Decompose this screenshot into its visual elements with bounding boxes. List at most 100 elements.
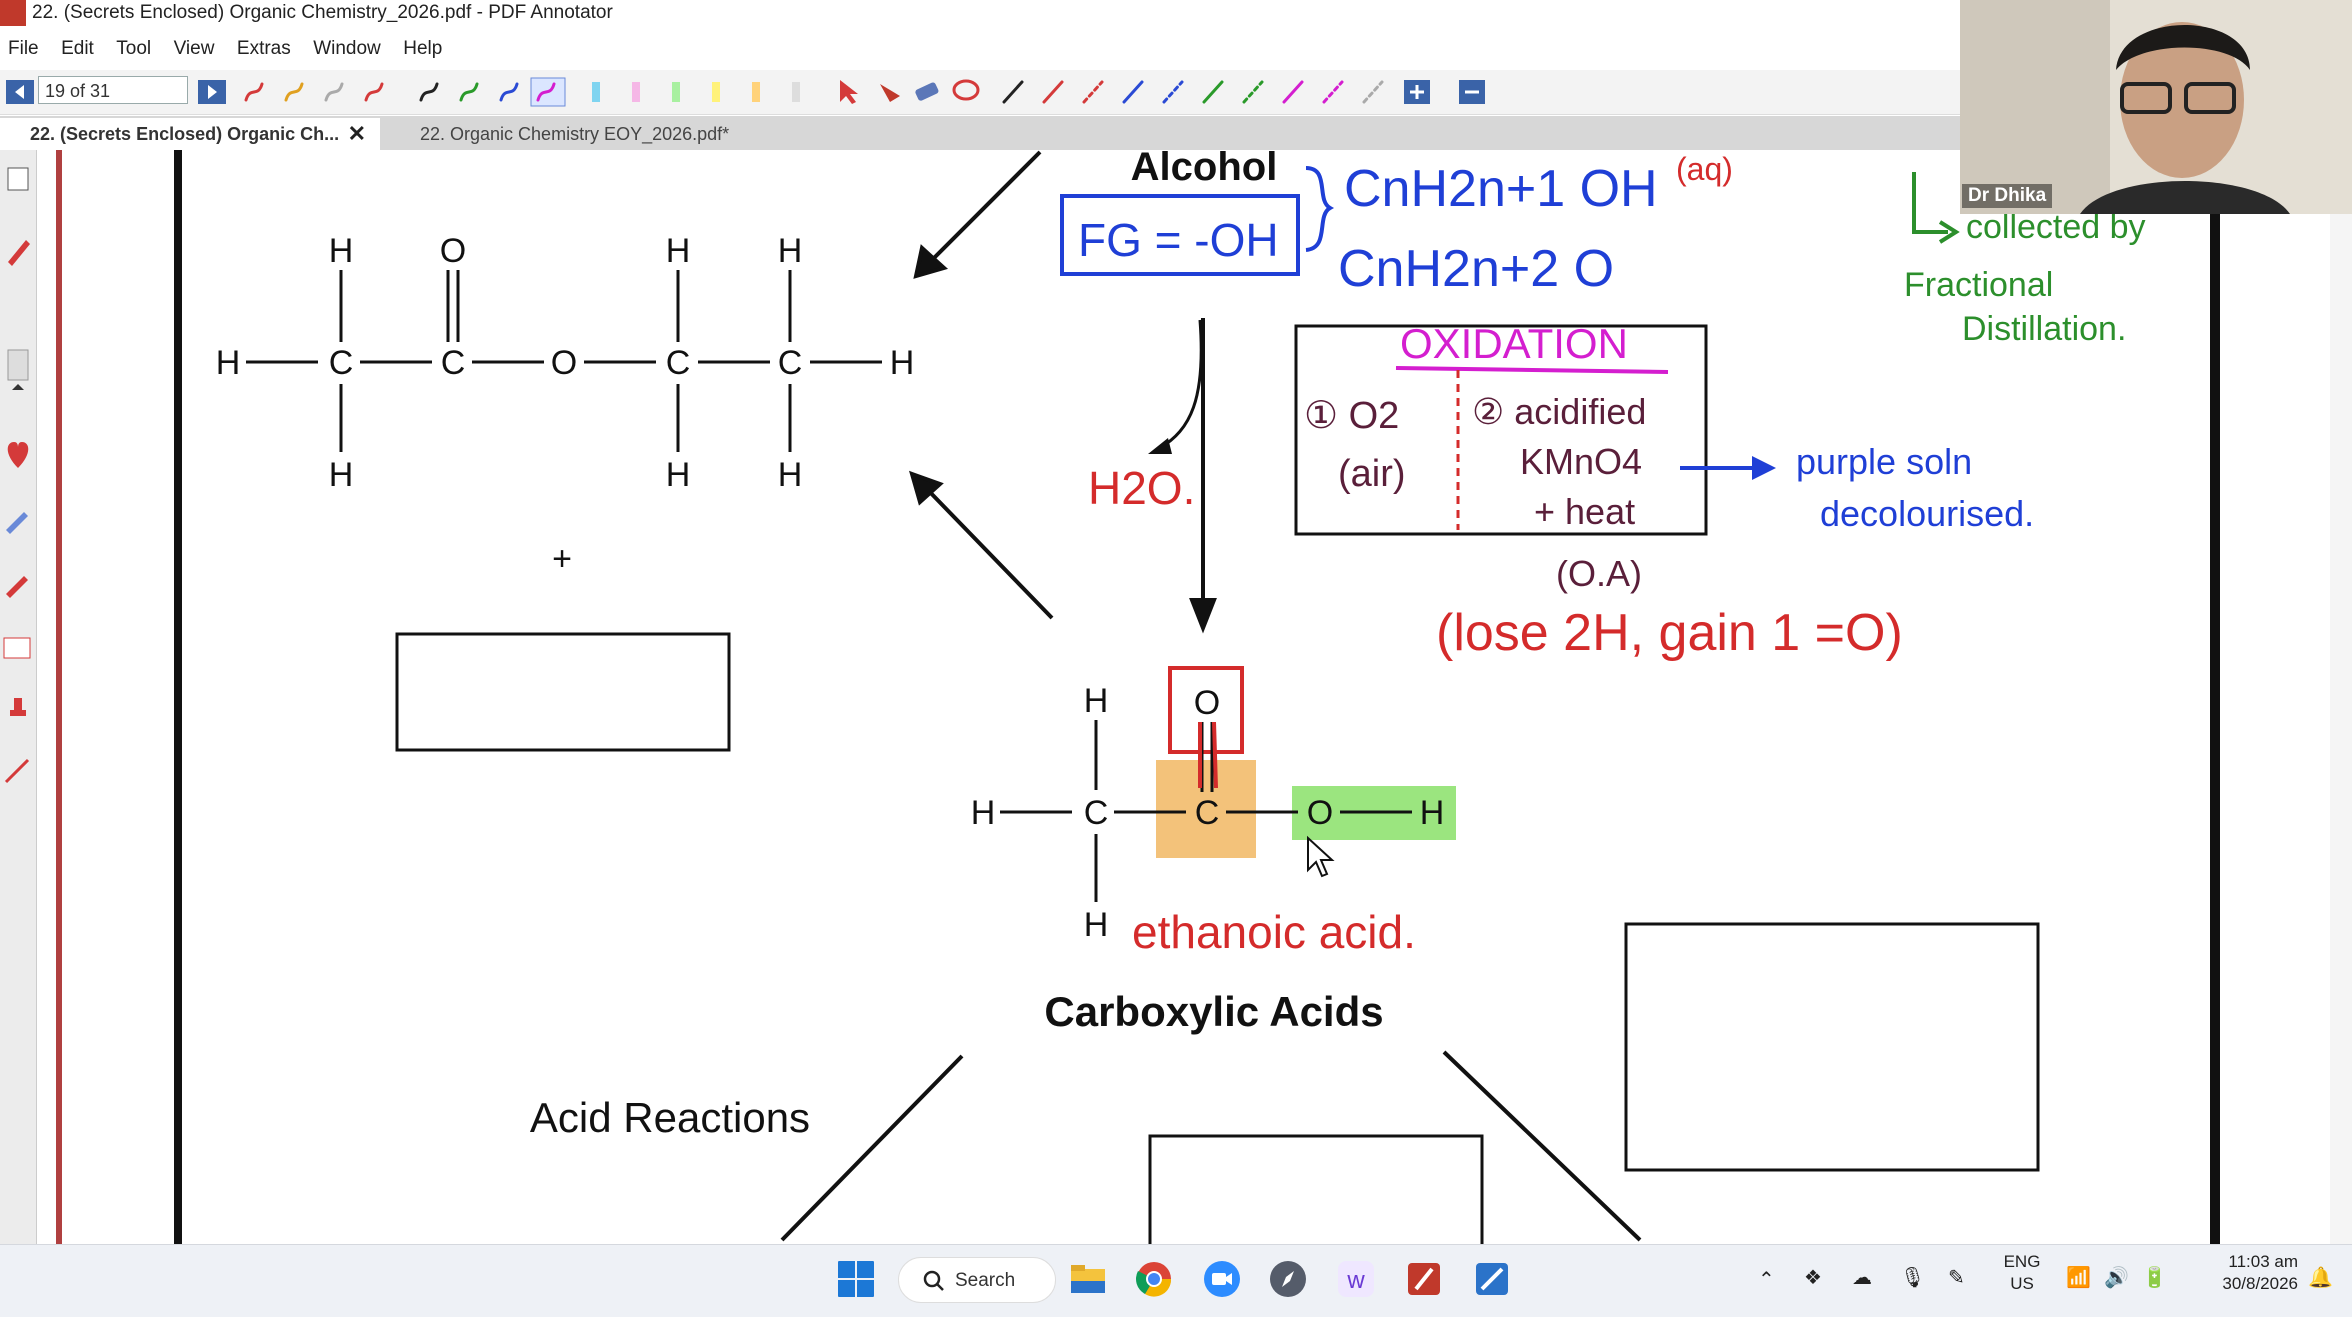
- menu-help[interactable]: Help: [403, 36, 442, 62]
- general-formula-2: CnH2n+2 O: [1338, 240, 1614, 298]
- wifi-icon[interactable]: 📶: [2066, 1265, 2091, 1290]
- atom-H: H: [666, 232, 691, 270]
- microphone-icon[interactable]: 🎙: [1900, 1265, 1925, 1290]
- oxidation-option-2-kmno4: KMnO4: [1520, 441, 1642, 482]
- menu-extras[interactable]: Extras: [237, 36, 291, 62]
- safari-compass-icon[interactable]: [1268, 1259, 1308, 1299]
- brace-mark: [1305, 166, 1335, 252]
- battery-icon[interactable]: 🔋: [2142, 1265, 2167, 1290]
- acid-reactions-label: Acid Reactions: [530, 1094, 810, 1141]
- title-bar: 22. (Secrets Enclosed) Organic Chemistry…: [0, 0, 1960, 36]
- atom-C: C: [1084, 794, 1109, 832]
- atom-C: C: [1195, 794, 1220, 832]
- menu-bar: File Edit Tool View Extras Window Help: [0, 36, 1960, 62]
- empty-answer-box: [395, 632, 731, 752]
- webcam-video: Dr Dhika: [1960, 0, 2352, 214]
- atom-C: C: [441, 344, 466, 382]
- ester-structure: H C C O C C H H O H H H H H: [216, 232, 915, 494]
- annotation-tools-strip[interactable]: [236, 76, 1456, 108]
- svg-text:w: w: [1346, 1267, 1365, 1294]
- oxidising-agent-note: (O.A): [1556, 553, 1642, 594]
- water-note: H2O.: [1088, 462, 1195, 514]
- chrome-icon[interactable]: [1134, 1259, 1174, 1299]
- tab-organic-eoy[interactable]: 22. Organic Chemistry EOY_2026.pdf*: [390, 118, 770, 150]
- clock[interactable]: 11:03 am 30/8/2026: [2192, 1251, 2298, 1295]
- show-hidden-icons-chevron-icon[interactable]: ⌃: [1758, 1267, 1775, 1292]
- notification-bell-icon[interactable]: 🔔: [2308, 1265, 2333, 1290]
- purple-solution-note: purple soln: [1796, 441, 1972, 482]
- previous-page-icon[interactable]: [4, 76, 36, 108]
- atom-O: O: [551, 344, 577, 382]
- atom-H: H: [666, 456, 691, 494]
- menu-file[interactable]: File: [8, 36, 39, 62]
- page-number-input[interactable]: 19 of 31: [38, 76, 188, 104]
- oxidation-option-1: ① O2: [1304, 395, 1399, 437]
- distillation-note: Distillation.: [1962, 310, 2126, 348]
- atom-H: H: [329, 456, 354, 494]
- atom-O: O: [1194, 684, 1220, 722]
- aq-note: (aq): [1676, 151, 1733, 187]
- zoom-out-icon[interactable]: [1456, 76, 1488, 108]
- menu-window[interactable]: Window: [313, 36, 381, 62]
- slide-content: H C C O C C H H O H H H H H + Alcohol FG…: [216, 150, 2146, 1244]
- language-code[interactable]: ENG: [1996, 1251, 2048, 1273]
- general-formula-1: CnH2n+1 OH: [1344, 160, 1658, 218]
- atom-H: H: [1420, 794, 1445, 832]
- dropbox-icon[interactable]: ❖: [1804, 1265, 1822, 1290]
- volume-icon[interactable]: 🔊: [2104, 1265, 2129, 1290]
- plus-sign: +: [552, 540, 572, 578]
- zoom-icon[interactable]: [1202, 1259, 1242, 1299]
- atom-H: H: [329, 232, 354, 270]
- atom-H: H: [778, 232, 803, 270]
- atom-O: O: [440, 232, 466, 270]
- clock-date: 30/8/2026: [2222, 1274, 2298, 1293]
- search-label: Search: [955, 1270, 1016, 1291]
- search-icon: [923, 1270, 944, 1291]
- functional-group-note: FG = -OH: [1078, 214, 1279, 266]
- cloud-off-icon[interactable]: ☁: [1852, 1265, 1872, 1290]
- close-tab-icon[interactable]: ✕: [348, 118, 366, 150]
- oxidation-option-1-air: (air): [1338, 453, 1406, 495]
- pdf-annotator-app-icon: [0, 0, 26, 26]
- vertical-scrollbar[interactable]: [2330, 150, 2352, 1244]
- atom-H: H: [216, 344, 241, 382]
- next-page-icon[interactable]: [196, 76, 228, 108]
- file-explorer-icon[interactable]: [1068, 1259, 1108, 1299]
- word-app-icon[interactable]: w: [1336, 1259, 1376, 1299]
- keyboard-layout[interactable]: US: [1996, 1273, 2048, 1295]
- menu-view[interactable]: View: [174, 36, 215, 62]
- paint-app-icon[interactable]: [1472, 1259, 1512, 1299]
- atom-H: H: [778, 456, 803, 494]
- atom-H: H: [1084, 682, 1109, 720]
- atom-C: C: [329, 344, 354, 382]
- h2o-arrow: [1159, 319, 1203, 450]
- menu-edit[interactable]: Edit: [61, 36, 94, 62]
- window-title: 22. (Secrets Enclosed) Organic Chemistry…: [32, 2, 613, 23]
- alcohol-title: Alcohol: [1131, 150, 1278, 189]
- atom-H: H: [1084, 906, 1109, 944]
- tab-label: 22. Organic Chemistry EOY_2026.pdf*: [420, 124, 730, 144]
- atom-O: O: [1307, 794, 1333, 832]
- oxidation-option-2-heat: + heat: [1534, 491, 1635, 532]
- oxidation-option-2: ② acidified: [1472, 391, 1646, 432]
- atom-H: H: [890, 344, 915, 382]
- menu-tool[interactable]: Tool: [116, 36, 151, 62]
- carboxylic-acids-title: Carboxylic Acids: [1044, 988, 1383, 1035]
- ethanoic-acid-label: ethanoic acid.: [1132, 906, 1416, 958]
- fractional-note: Fractional: [1904, 266, 2053, 304]
- taskbar-search[interactable]: Search: [898, 1257, 1056, 1303]
- toolbar: 19 of 31: [0, 70, 1960, 115]
- decolourised-note: decolourised.: [1820, 493, 2034, 534]
- clock-time: 11:03 am: [2228, 1252, 2298, 1271]
- tab-bar: 22. (Secrets Enclosed) Organic Ch... ✕ 2…: [0, 116, 1960, 150]
- pen-tray-icon[interactable]: ✎: [1948, 1265, 1965, 1290]
- pdf-annotator-taskbar-icon[interactable]: [1404, 1259, 1444, 1299]
- empty-answer-box: [1624, 922, 2040, 1172]
- atom-C: C: [666, 344, 691, 382]
- oxidation-title: OXIDATION: [1400, 320, 1628, 367]
- start-windows-icon[interactable]: [836, 1259, 876, 1299]
- atom-C: C: [778, 344, 803, 382]
- tab-secrets-enclosed[interactable]: 22. (Secrets Enclosed) Organic Ch... ✕: [0, 118, 380, 150]
- tab-label: 22. (Secrets Enclosed) Organic Ch...: [30, 124, 340, 144]
- participant-name: Dr Dhika: [1962, 184, 2053, 208]
